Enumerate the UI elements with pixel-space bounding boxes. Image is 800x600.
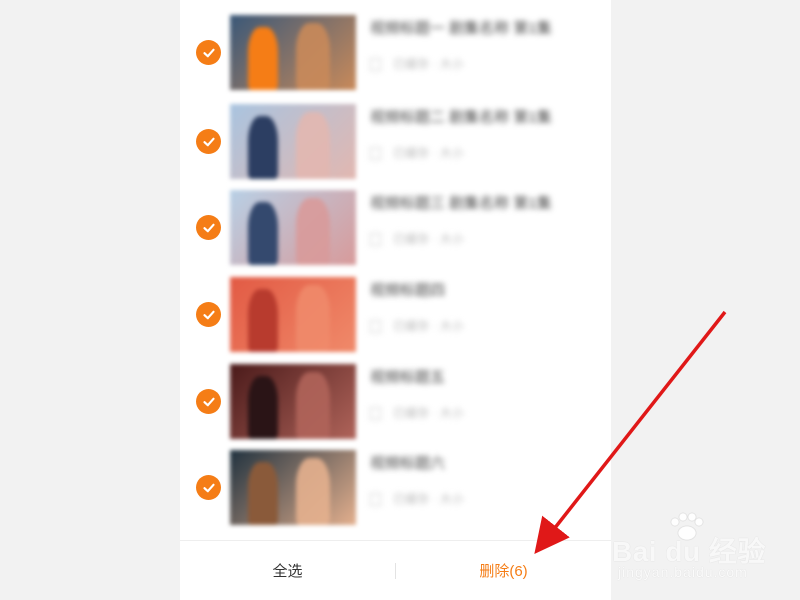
- video-title: 视频标题一 剧集名称 第1集: [370, 20, 552, 37]
- bottom-action-bar: 全选 删除(6): [180, 540, 611, 600]
- select-all-button[interactable]: 全选: [200, 541, 375, 600]
- video-thumbnail: [230, 450, 356, 525]
- video-thumbnail: [230, 277, 356, 352]
- list-item[interactable]: 视频标题四已缓存 · 大小: [180, 277, 611, 357]
- download-icon: [370, 407, 381, 421]
- video-thumbnail: [230, 190, 356, 265]
- download-icon: [370, 320, 381, 334]
- video-info: 视频标题一 剧集名称 第1集已缓存 · 大小: [370, 19, 600, 72]
- download-icon: [370, 493, 381, 507]
- video-meta: 已缓存 · 大小: [370, 490, 600, 507]
- video-info: 视频标题四已缓存 · 大小: [370, 281, 600, 334]
- baidu-jingyan-watermark: Bai du 经验 jingyan.baidu.com: [612, 512, 792, 592]
- checkbox-checked-icon[interactable]: [196, 129, 221, 154]
- list-item[interactable]: 视频标题五已缓存 · 大小: [180, 364, 611, 444]
- video-thumbnail: [230, 15, 356, 90]
- video-info: 视频标题五已缓存 · 大小: [370, 368, 600, 421]
- list-item[interactable]: 视频标题六已缓存 · 大小: [180, 450, 611, 530]
- video-meta: 已缓存 · 大小: [370, 317, 600, 334]
- checkbox-checked-icon[interactable]: [196, 475, 221, 500]
- video-meta-text: 已缓存 · 大小: [393, 406, 464, 420]
- video-meta: 已缓存 · 大小: [370, 404, 600, 421]
- video-meta-text: 已缓存 · 大小: [393, 492, 464, 506]
- video-info: 视频标题二 剧集名称 第1集已缓存 · 大小: [370, 108, 600, 161]
- bar-divider: [395, 563, 396, 579]
- video-title: 视频标题三 剧集名称 第1集: [370, 195, 552, 212]
- checkbox-checked-icon[interactable]: [196, 215, 221, 240]
- video-thumbnail: [230, 364, 356, 439]
- checkbox-checked-icon[interactable]: [196, 389, 221, 414]
- video-meta-text: 已缓存 · 大小: [393, 232, 464, 246]
- checkbox-checked-icon[interactable]: [196, 40, 221, 65]
- video-title: 视频标题二 剧集名称 第1集: [370, 109, 552, 126]
- video-meta: 已缓存 · 大小: [370, 55, 600, 72]
- phone-screen: 视频标题一 剧集名称 第1集 已缓存 · 大小 视频标题二 剧集名称 第1集 已缓存 …: [180, 0, 611, 600]
- video-meta: 已缓存 · 大小: [370, 144, 600, 161]
- video-thumbnail: [230, 104, 356, 179]
- watermark-url: jingyan.baidu.com: [618, 564, 748, 580]
- checkbox-checked-icon[interactable]: [196, 302, 221, 327]
- video-title: 视频标题六: [370, 455, 446, 472]
- download-icon: [370, 58, 381, 72]
- list-item[interactable]: 视频标题二 剧集名称 第1集已缓存 · 大小: [180, 104, 611, 184]
- cached-video-list: 视频标题一 剧集名称 第1集 已缓存 · 大小 视频标题二 剧集名称 第1集 已缓存 …: [180, 0, 611, 540]
- video-meta-text: 已缓存 · 大小: [393, 319, 464, 333]
- video-title: 视频标题五: [370, 369, 446, 386]
- video-info: 视频标题三 剧集名称 第1集已缓存 · 大小: [370, 194, 600, 247]
- video-title: 视频标题四: [370, 282, 446, 299]
- video-info: 视频标题六已缓存 · 大小: [370, 454, 600, 507]
- video-meta-text: 已缓存 · 大小: [393, 146, 464, 160]
- video-meta-text: 已缓存 · 大小: [393, 57, 464, 71]
- download-icon: [370, 147, 381, 161]
- download-icon: [370, 233, 381, 247]
- video-meta: 已缓存 · 大小: [370, 230, 600, 247]
- delete-button[interactable]: 删除(6): [416, 541, 591, 600]
- list-item[interactable]: 视频标题三 剧集名称 第1集已缓存 · 大小: [180, 190, 611, 270]
- list-item[interactable]: 视频标题一 剧集名称 第1集已缓存 · 大小: [180, 15, 611, 95]
